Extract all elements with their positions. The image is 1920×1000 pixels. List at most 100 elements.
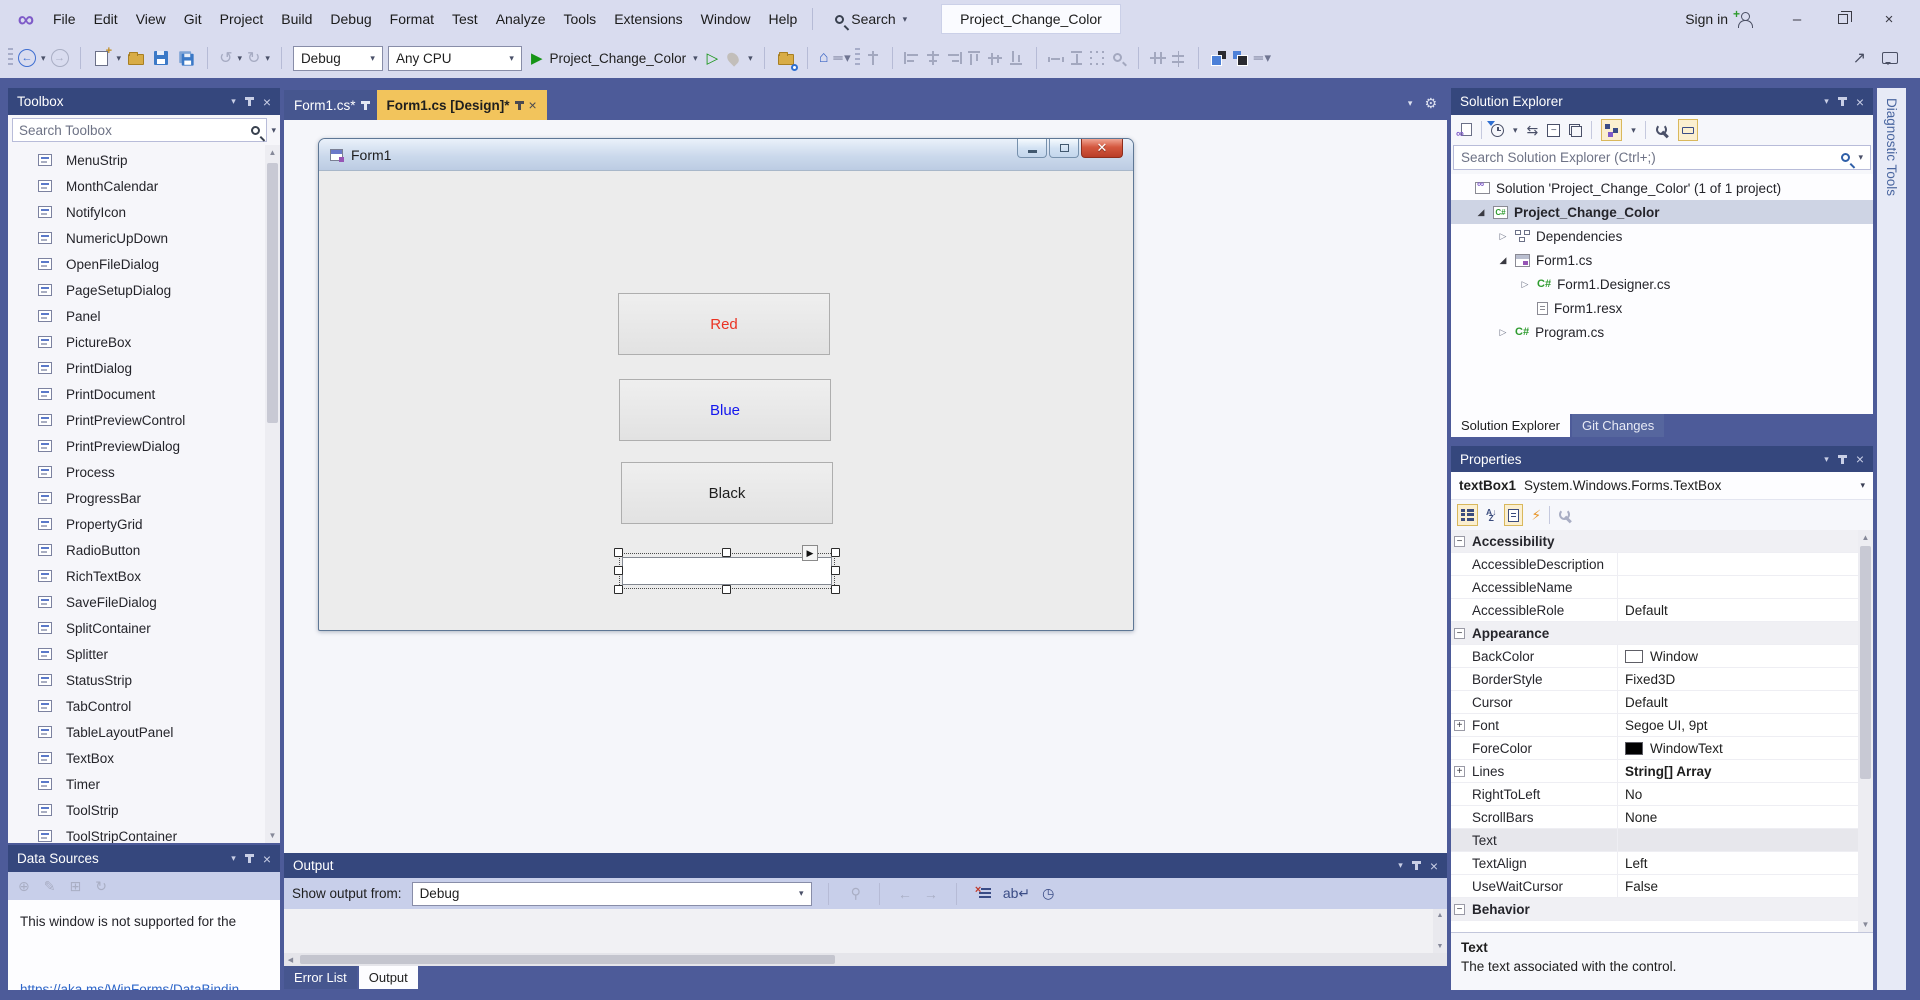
toolbox-item[interactable]: MenuStrip — [8, 147, 280, 173]
property-value[interactable]: Segoe UI, 9pt — [1617, 714, 1858, 736]
property-row[interactable]: AccessibleName — [1451, 576, 1873, 599]
resize-handle[interactable] — [722, 585, 731, 594]
menu-item[interactable]: Git — [175, 7, 211, 31]
window-position-icon[interactable]: ▾ — [1824, 96, 1829, 107]
collapsed-arrow-icon[interactable]: ▷ — [1497, 327, 1509, 338]
properties-header[interactable]: Properties ▾ × — [1451, 446, 1873, 472]
undo-icon[interactable]: ↺ — [219, 48, 232, 68]
resize-handle[interactable] — [831, 585, 840, 594]
show-all-files-icon[interactable] — [1569, 123, 1583, 137]
property-row[interactable]: Behavior — [1451, 898, 1873, 921]
collapsed-arrow-icon[interactable]: ▷ — [1519, 279, 1531, 290]
toolbox-item[interactable]: PrintPreviewDialog — [8, 433, 280, 459]
scroll-up-icon[interactable]: ▲ — [1433, 909, 1447, 922]
toolbox-item[interactable]: PropertyGrid — [8, 511, 280, 537]
save-icon[interactable] — [151, 47, 171, 69]
toolbox-item[interactable]: PrintPreviewControl — [8, 407, 280, 433]
save-all-icon[interactable] — [176, 47, 196, 69]
textbox-field[interactable] — [622, 557, 832, 585]
expander-icon[interactable] — [1454, 903, 1465, 915]
preview-selected-items-button[interactable] — [1677, 119, 1698, 141]
form-button[interactable]: Blue — [619, 379, 831, 441]
output-horizontal-scrollbar[interactable]: ◀ — [284, 953, 1447, 966]
tab-output[interactable]: Output — [358, 966, 418, 989]
diagnostic-tools-strip[interactable]: Diagnostic Tools — [1877, 88, 1906, 990]
solution-platform-dropdown[interactable]: Any CPU ▾ — [387, 45, 522, 71]
form-button[interactable]: Black — [621, 462, 833, 524]
expanded-arrow-icon[interactable]: ◢ — [1497, 255, 1509, 266]
navigate-back-dropdown-icon[interactable]: ▾ — [41, 53, 46, 64]
property-value[interactable] — [1617, 553, 1858, 575]
tree-node-project[interactable]: ◢ C# Project_Change_Color — [1451, 200, 1873, 224]
properties-wrench-icon[interactable] — [1655, 123, 1669, 137]
toolbox-item[interactable]: NotifyIcon — [8, 199, 280, 225]
pin-icon[interactable] — [244, 97, 254, 106]
property-row[interactable]: BackColor Window — [1451, 645, 1873, 668]
output-body[interactable]: The program '[8296] Project_Change_Color… — [284, 909, 1447, 953]
property-value[interactable]: String[] Array — [1617, 760, 1858, 782]
alphabetical-icon[interactable]: A↓ Z — [1486, 508, 1496, 523]
toolbar-grip[interactable] — [8, 48, 13, 68]
property-value[interactable]: WindowText — [1617, 737, 1858, 759]
toolbox-item[interactable]: MonthCalendar — [8, 173, 280, 199]
property-value[interactable]: False — [1617, 875, 1858, 897]
menu-item[interactable]: Tools — [555, 7, 606, 31]
hierarchy-dropdown-icon[interactable]: ▾ — [1631, 125, 1636, 136]
form-button[interactable]: Red — [618, 293, 830, 355]
property-row[interactable]: Cursor Default — [1451, 691, 1873, 714]
collapsed-arrow-icon[interactable]: ▷ — [1497, 231, 1509, 242]
scroll-down-icon[interactable]: ▼ — [1858, 917, 1873, 932]
solution-explorer-header[interactable]: Solution Explorer ▾ × — [1451, 88, 1873, 115]
tab-git-changes[interactable]: Git Changes — [1572, 414, 1665, 437]
window-position-icon[interactable]: ▾ — [231, 96, 236, 107]
close-button[interactable]: × — [1866, 0, 1912, 38]
property-value[interactable]: Fixed3D — [1617, 668, 1858, 690]
resize-handle[interactable] — [831, 548, 840, 557]
share-icon[interactable]: ↗ — [1853, 48, 1866, 68]
tab-error-list[interactable]: Error List — [284, 966, 357, 989]
property-row[interactable]: ForeColor WindowText — [1451, 737, 1873, 760]
start-without-debugging-icon[interactable]: ▷ — [707, 49, 719, 67]
open-file-icon[interactable] — [126, 47, 146, 69]
pin-icon[interactable] — [244, 854, 254, 863]
window-position-icon[interactable]: ▾ — [1824, 454, 1829, 465]
toolbar-grip[interactable] — [854, 48, 860, 68]
restore-button[interactable] — [1820, 0, 1866, 38]
property-value[interactable]: Default — [1617, 599, 1858, 621]
property-value[interactable] — [1617, 829, 1858, 851]
selected-textbox-control[interactable]: ▶ — [614, 545, 840, 594]
menu-item[interactable]: View — [127, 7, 175, 31]
property-row[interactable]: AccessibleRole Default — [1451, 599, 1873, 622]
redo-dropdown-icon[interactable]: ▾ — [265, 53, 270, 64]
menu-item[interactable]: File — [44, 7, 85, 31]
browser-link-icon[interactable]: ⌂ — [819, 49, 829, 67]
expander-icon[interactable] — [1454, 535, 1465, 547]
events-icon[interactable]: ⚡ — [1531, 507, 1541, 524]
smart-tag-icon[interactable]: ▶ — [802, 545, 818, 561]
switch-views-icon[interactable] — [1456, 123, 1472, 140]
scroll-down-icon[interactable]: ▼ — [1433, 940, 1447, 953]
output-source-dropdown[interactable]: Debug ▾ — [411, 881, 812, 906]
toolbox-item[interactable]: OpenFileDialog — [8, 251, 280, 277]
timestamp-icon[interactable]: ◷ — [1042, 885, 1054, 902]
toolbox-item[interactable]: Panel — [8, 303, 280, 329]
resize-handle[interactable] — [614, 548, 623, 557]
toolbar-overflow-icon[interactable]: ═ ▾ — [1254, 50, 1271, 66]
toolbox-item[interactable]: SaveFileDialog — [8, 589, 280, 615]
menu-item[interactable]: Window — [692, 7, 760, 31]
resize-handle[interactable] — [722, 548, 731, 557]
toolbox-item[interactable]: Timer — [8, 771, 280, 797]
new-project-dropdown-icon[interactable]: ▾ — [117, 53, 122, 64]
menu-item[interactable]: Debug — [321, 7, 380, 31]
toolbox-item[interactable]: RichTextBox — [8, 563, 280, 589]
close-icon[interactable]: × — [263, 852, 271, 866]
hot-reload-dropdown-icon[interactable]: ▾ — [748, 53, 753, 64]
property-row[interactable]: Accessibility — [1451, 530, 1873, 553]
toolbox-scrollbar[interactable]: ▲ ▼ — [265, 145, 280, 843]
menu-item[interactable]: Help — [759, 7, 806, 31]
toolbox-item[interactable]: NumericUpDown — [8, 225, 280, 251]
expander-icon[interactable] — [1454, 765, 1465, 777]
toolbox-item[interactable]: PageSetupDialog — [8, 277, 280, 303]
close-icon[interactable]: × — [1856, 95, 1864, 109]
solution-configuration-dropdown[interactable]: Debug ▾ — [292, 45, 383, 71]
